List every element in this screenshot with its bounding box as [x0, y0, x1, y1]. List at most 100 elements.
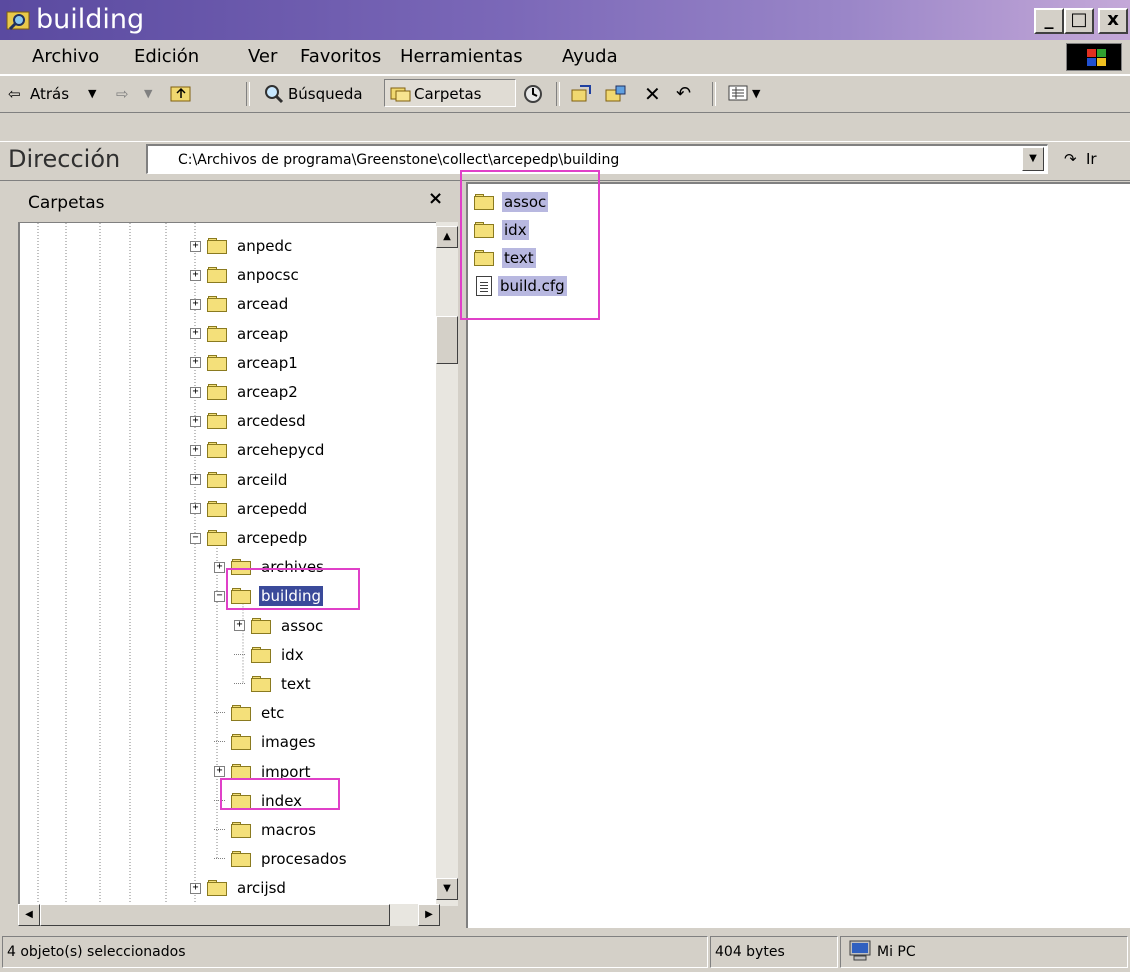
copy-to-icon[interactable]	[604, 84, 628, 109]
move-to-icon[interactable]	[570, 84, 594, 109]
menu-herramientas[interactable]: Herramientas	[400, 46, 523, 68]
scroll-down-button[interactable]: ▼	[436, 878, 458, 900]
expander-plus-icon[interactable]: +	[190, 269, 201, 281]
expander-plus-icon[interactable]: +	[190, 328, 201, 340]
expander-plus-icon[interactable]: +	[214, 561, 225, 573]
tree-node-label: arcedesd	[237, 412, 306, 431]
go-button[interactable]: Ir	[1086, 149, 1097, 169]
folder-icon	[207, 880, 229, 897]
folder-icon	[207, 384, 229, 400]
address-value[interactable]: C:\Archivos de programa\Greenstone\colle…	[178, 150, 619, 170]
folder-icon	[231, 851, 253, 868]
folder-icon	[231, 705, 253, 722]
expander-plus-icon[interactable]: +	[190, 415, 201, 427]
tree-node[interactable]: + anpocsc	[190, 262, 301, 288]
expander-plus-icon[interactable]: +	[190, 240, 201, 252]
menu-ayuda[interactable]: Ayuda	[562, 46, 618, 68]
views-icon[interactable]	[728, 84, 750, 107]
folders-button[interactable]: Carpetas	[414, 84, 481, 104]
tree-node[interactable]: + arcepedd	[190, 496, 309, 522]
search-icon	[264, 84, 284, 109]
tree-node-label: idx	[281, 645, 304, 664]
history-icon[interactable]	[522, 84, 544, 109]
expander-minus-icon[interactable]: −	[190, 532, 201, 544]
tree-node[interactable]: + arcijsd	[190, 875, 288, 901]
highlight-box	[226, 568, 360, 610]
folder-icon	[207, 296, 229, 313]
back-dropdown-icon[interactable]: ▼	[88, 84, 96, 104]
back-button[interactable]: Atrás	[30, 84, 69, 104]
tree-node[interactable]: images	[214, 729, 318, 755]
minimize-button[interactable]: _	[1034, 8, 1064, 34]
expander-plus-icon[interactable]: +	[214, 766, 225, 778]
scroll-thumb[interactable]	[436, 316, 458, 364]
close-pane-button[interactable]: ×	[428, 188, 443, 210]
tree-node[interactable]: macros	[214, 817, 318, 843]
folder-icon	[251, 617, 273, 634]
tree-node[interactable]: + assoc	[234, 613, 325, 639]
hscroll-thumb[interactable]	[40, 904, 390, 926]
tree-node[interactable]: + arcead	[190, 291, 290, 317]
expander-plus-icon[interactable]: +	[234, 620, 245, 632]
tree-node[interactable]: − arcepedp	[190, 525, 309, 551]
tree-node[interactable]: + arcedesd	[190, 408, 308, 434]
tree-node-label: arcead	[237, 295, 289, 314]
expander-plus-icon[interactable]: +	[190, 357, 201, 369]
tree-node-label: arcehepycd	[237, 441, 325, 460]
close-button[interactable]: x	[1098, 8, 1128, 34]
folder-icon	[251, 646, 273, 663]
expander-plus-icon[interactable]: +	[190, 882, 201, 894]
tree-node-label: assoc	[281, 616, 324, 635]
tree-connector	[214, 706, 225, 714]
expander-plus-icon[interactable]: +	[190, 386, 201, 398]
maximize-button[interactable]: □	[1064, 8, 1094, 34]
menu-edicion[interactable]: Edición	[134, 46, 199, 68]
menu-ver[interactable]: Ver	[248, 46, 277, 68]
expander-minus-icon[interactable]: −	[214, 590, 225, 602]
tree-node-label: arcepedd	[237, 499, 308, 518]
expander-plus-icon[interactable]: +	[190, 503, 201, 515]
undo-icon[interactable]: ↶	[676, 84, 691, 104]
tree-node[interactable]: + arceap2	[190, 379, 300, 405]
back-arrow-icon: ⇦	[8, 85, 21, 103]
tree-vertical-scrollbar[interactable]: ▲ ▼	[436, 222, 458, 906]
scroll-left-button[interactable]: ◀	[18, 904, 40, 926]
title-bar[interactable]	[0, 0, 1130, 40]
tree-node[interactable]: procesados	[214, 846, 349, 872]
views-dropdown-icon[interactable]: ▼	[752, 84, 760, 104]
tree-node[interactable]: + arceap1	[190, 350, 300, 376]
tree-connector	[234, 677, 245, 684]
tree-node-label: arcepedp	[237, 529, 308, 547]
tree-horizontal-scrollbar[interactable]: ◀ ▶	[18, 904, 440, 926]
expander-plus-icon[interactable]: +	[190, 444, 201, 456]
folder-icon	[231, 822, 253, 838]
folder-icon	[207, 267, 229, 284]
expander-plus-icon[interactable]: +	[190, 298, 201, 310]
address-dropdown-button[interactable]: ▼	[1022, 147, 1044, 171]
tree-node[interactable]: idx	[234, 642, 306, 668]
status-selection: 4 objeto(s) seleccionados	[2, 936, 708, 968]
tree-node[interactable]: + arceild	[190, 467, 289, 493]
scroll-right-button[interactable]: ▶	[418, 904, 440, 926]
tree-node[interactable]: + arcehepycd	[190, 437, 326, 463]
tree-node[interactable]: etc	[214, 700, 286, 726]
status-size: 404 bytes	[710, 936, 838, 968]
menu-archivo[interactable]: Archivo	[32, 46, 99, 68]
up-folder-icon[interactable]	[170, 84, 192, 107]
delete-icon[interactable]: ✕	[644, 84, 661, 104]
forward-arrow-icon[interactable]: ⇨	[116, 84, 129, 104]
scroll-up-button[interactable]: ▲	[436, 226, 458, 248]
search-button[interactable]: Búsqueda	[288, 84, 363, 104]
tree-node-label: anpocsc	[237, 266, 299, 285]
forward-dropdown-icon[interactable]: ▼	[144, 84, 152, 104]
folder-icon	[207, 354, 229, 371]
tree-node[interactable]: + arceap	[190, 321, 290, 347]
menu-favoritos[interactable]: Favoritos	[300, 46, 381, 68]
window-title: building	[36, 4, 145, 35]
expander-plus-icon[interactable]: +	[190, 474, 201, 486]
search-folder-icon	[6, 8, 30, 32]
tree-node[interactable]: text	[234, 671, 313, 697]
go-arrow-icon[interactable]: ↷	[1064, 149, 1077, 169]
tree-node[interactable]: + anpedc	[190, 233, 294, 259]
tree-connector	[234, 648, 245, 655]
